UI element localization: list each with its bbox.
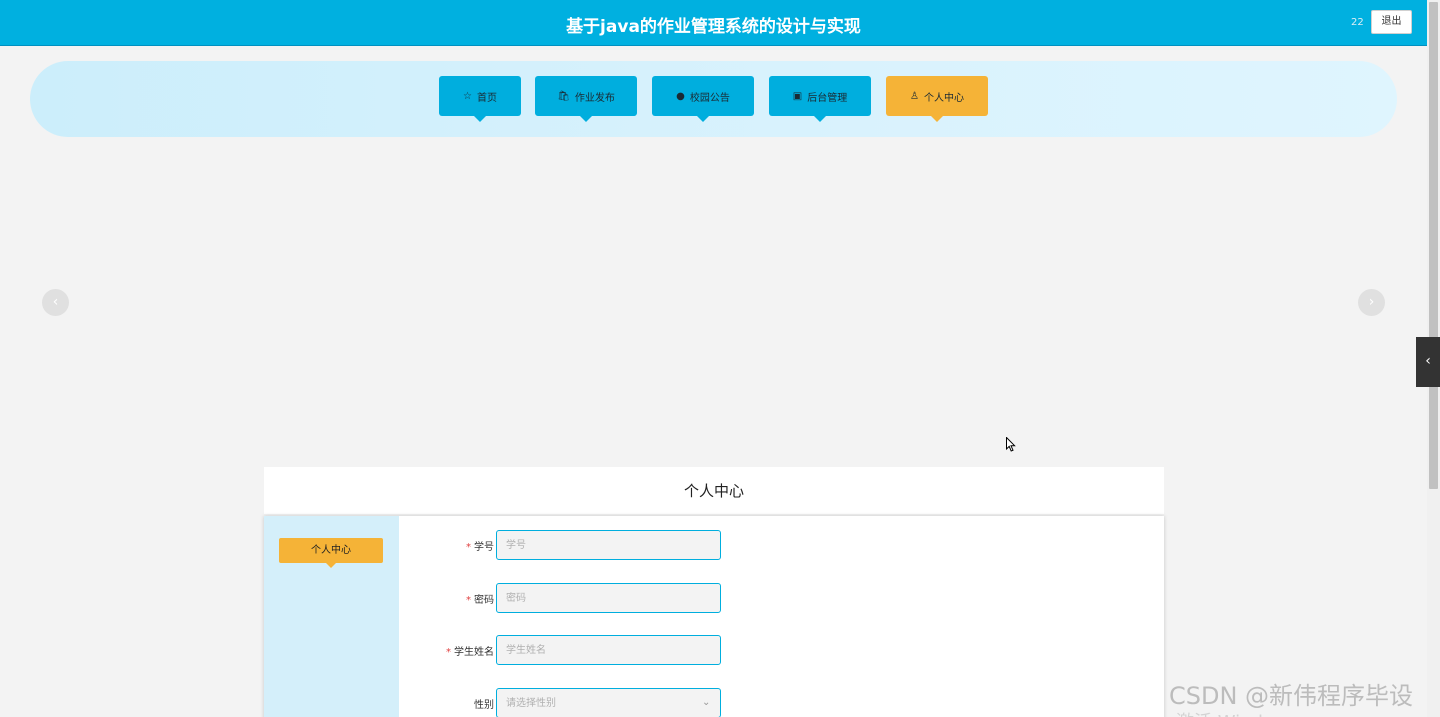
field-label-text: 学号 bbox=[474, 542, 494, 553]
logout-button[interactable]: 退出 bbox=[1371, 10, 1412, 34]
required-marker: * bbox=[466, 595, 471, 606]
side-menu: 个人中心 bbox=[264, 516, 399, 717]
page-title: 基于java的作业管理系统的设计与实现 bbox=[566, 17, 861, 37]
required-marker: * bbox=[446, 647, 451, 658]
csdn-watermark: CSDN @新伟程序毕设 bbox=[1169, 682, 1414, 710]
form-row-student-name: * 学生姓名 bbox=[399, 635, 799, 665]
nav-item-label: 个人中心 bbox=[923, 92, 964, 104]
form-row-student-id: * 学号 bbox=[399, 530, 799, 560]
student-name-input[interactable] bbox=[496, 635, 721, 665]
side-menu-item-profile[interactable]: 个人中心 bbox=[279, 538, 383, 568]
nav-item-announcement[interactable]: ● 校园公告 bbox=[652, 76, 754, 122]
nav-item-profile[interactable]: ♙ 个人中心 bbox=[886, 76, 988, 122]
side-drawer-toggle[interactable]: ‹ bbox=[1416, 337, 1440, 387]
nav-item-label: 后台管理 bbox=[807, 92, 848, 104]
info-icon: ● bbox=[676, 90, 685, 102]
field-label-text: 密码 bbox=[474, 595, 494, 606]
scrollbar-thumb[interactable] bbox=[1429, 2, 1438, 489]
required-marker: * bbox=[466, 542, 471, 553]
form-row-gender: 性别 ⌄ bbox=[399, 688, 799, 717]
section-title: 个人中心 bbox=[683, 482, 744, 500]
field-label-text: 性别 bbox=[474, 700, 494, 711]
field-label: 性别 bbox=[474, 696, 494, 711]
field-label: * 学号 bbox=[466, 538, 494, 553]
field-label: * 学生姓名 bbox=[446, 643, 494, 658]
carousel-next-button[interactable]: › bbox=[1358, 289, 1385, 316]
field-label-text: 学生姓名 bbox=[454, 647, 494, 658]
star-icon: ☆ bbox=[463, 90, 472, 102]
top-header: 基于java的作业管理系统的设计与实现 22 退出 bbox=[0, 0, 1427, 46]
form-row-password: * 密码 bbox=[399, 583, 799, 613]
nav-item-label: 作业发布 bbox=[574, 92, 615, 104]
briefcase-icon: ▣ bbox=[792, 90, 803, 102]
chevron-down-icon: ⌄ bbox=[702, 697, 711, 708]
nav-item-admin[interactable]: ▣ 后台管理 bbox=[769, 76, 871, 122]
chevron-left-icon: ‹ bbox=[52, 294, 59, 310]
username-label: 22 bbox=[1351, 17, 1364, 28]
bag-icon: 🛍 bbox=[557, 90, 570, 102]
nav-item-label: 首页 bbox=[476, 92, 497, 104]
windows-activation-watermark: 激活 Windows bbox=[1176, 708, 1298, 717]
chevron-left-icon: ‹ bbox=[1425, 353, 1431, 369]
nav-item-label: 校园公告 bbox=[689, 92, 730, 104]
password-input[interactable] bbox=[496, 583, 721, 613]
field-label: * 密码 bbox=[466, 591, 494, 606]
nav-item-homework[interactable]: 🛍 作业发布 bbox=[535, 76, 637, 122]
chevron-right-icon: › bbox=[1368, 294, 1375, 310]
carousel-prev-button[interactable]: ‹ bbox=[42, 289, 69, 316]
student-id-input[interactable] bbox=[496, 530, 721, 560]
nav-item-home[interactable]: ☆ 首页 bbox=[439, 76, 521, 122]
gender-select[interactable] bbox=[496, 688, 721, 717]
user-icon: ♙ bbox=[910, 90, 919, 102]
profile-panel: 个人中心 *学号 *密码 *学生姓名 性别 ⌄ bbox=[264, 516, 1164, 717]
mouse-cursor-icon bbox=[1006, 437, 1016, 452]
section-header: 个人中心 bbox=[264, 467, 1164, 514]
